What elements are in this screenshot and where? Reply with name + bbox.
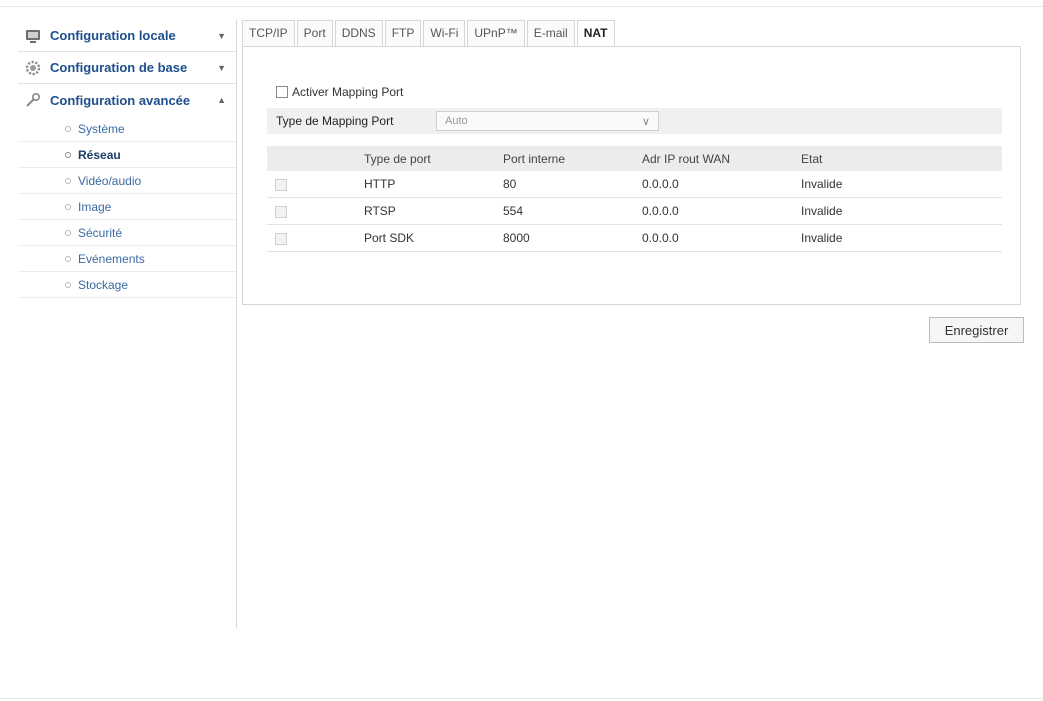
wrench-icon xyxy=(24,91,42,109)
tab-bar: TCP/IP Port DDNS FTP Wi-Fi UPnP™ E-mail … xyxy=(242,20,617,47)
bullet-icon xyxy=(65,281,71,288)
sidebar-item-securite[interactable]: Sécurité xyxy=(18,220,236,246)
bullet-icon xyxy=(65,255,71,262)
row-checkbox[interactable] xyxy=(275,232,287,245)
sidebar-item-reseau[interactable]: Réseau xyxy=(18,142,236,168)
chevron-down-icon[interactable]: ▼ xyxy=(217,31,226,41)
section-label: Configuration locale xyxy=(50,28,176,43)
save-button[interactable]: Enregistrer xyxy=(929,317,1024,343)
tab-ddns[interactable]: DDNS xyxy=(334,20,383,46)
chevron-up-icon[interactable]: ▲ xyxy=(217,95,226,105)
mapping-type-value: Auto xyxy=(445,115,468,127)
wan-ip-cell: 0.0.0.0 xyxy=(642,171,801,198)
sidebar-item-evenements[interactable]: Evénements xyxy=(18,246,236,272)
table-row: RTSP 554 0.0.0.0 Invalide xyxy=(267,197,1002,225)
gear-icon xyxy=(24,59,42,77)
sidebar-divider xyxy=(236,20,237,628)
sidebar-item-label: Evénements xyxy=(78,251,145,266)
table-header-select xyxy=(267,146,364,171)
internal-port-cell: 8000 xyxy=(503,224,642,252)
tab-email[interactable]: E-mail xyxy=(526,20,575,46)
table-header-port-type: Type de port xyxy=(364,146,503,171)
chevron-down-icon[interactable]: ▼ xyxy=(217,63,226,73)
tab-tcpip[interactable]: TCP/IP xyxy=(242,20,295,46)
bottom-divider xyxy=(0,698,1043,699)
sidebar-item-label: Image xyxy=(78,199,112,214)
sidebar-item-video-audio[interactable]: Vidéo/audio xyxy=(18,168,236,194)
mapping-type-row: Type de Mapping Port Auto ∨ xyxy=(267,108,1002,134)
state-cell: Invalide xyxy=(801,171,1002,198)
wan-ip-cell: 0.0.0.0 xyxy=(642,197,801,225)
row-select-cell xyxy=(267,197,364,225)
table-header-row: Type de port Port interne Adr IP rout WA… xyxy=(267,146,1002,171)
tab-ftp[interactable]: FTP xyxy=(384,20,422,46)
table-row: HTTP 80 0.0.0.0 Invalide xyxy=(267,171,1002,198)
tab-nat[interactable]: NAT xyxy=(576,20,615,47)
sidebar-item-label: Sécurité xyxy=(78,225,123,240)
table-header-wan-ip: Adr IP rout WAN xyxy=(642,146,801,171)
chevron-down-icon: ∨ xyxy=(641,115,650,128)
sidebar-item-systeme[interactable]: Système xyxy=(18,116,236,142)
sidebar-item-label: Vidéo/audio xyxy=(78,173,142,188)
internal-port-cell: 554 xyxy=(503,197,642,225)
enable-mapping-row: Activer Mapping Port xyxy=(276,85,403,99)
port-type-cell: Port SDK xyxy=(364,224,503,252)
section-basic-config[interactable]: Configuration de base ▼ xyxy=(18,52,236,84)
sidebar-item-label: Système xyxy=(78,121,125,136)
sidebar-item-label: Stockage xyxy=(78,277,129,292)
section-advanced-config[interactable]: Configuration avancée ▲ xyxy=(18,84,236,116)
tab-upnp[interactable]: UPnP™ xyxy=(467,20,525,46)
wan-ip-cell: 0.0.0.0 xyxy=(642,224,801,252)
local-config-icon xyxy=(24,27,42,45)
sidebar: Configuration locale ▼ Configuration de … xyxy=(18,20,236,298)
sidebar-item-image[interactable]: Image xyxy=(18,194,236,220)
internal-port-cell: 80 xyxy=(503,171,642,198)
state-cell: Invalide xyxy=(801,197,1002,225)
table-row: Port SDK 8000 0.0.0.0 Invalide xyxy=(267,224,1002,252)
nat-panel: Activer Mapping Port Type de Mapping Por… xyxy=(242,46,1021,305)
sidebar-item-stockage[interactable]: Stockage xyxy=(18,272,236,298)
port-type-cell: RTSP xyxy=(364,197,503,225)
row-checkbox[interactable] xyxy=(275,178,287,191)
row-checkbox[interactable] xyxy=(275,205,287,218)
tab-wifi[interactable]: Wi-Fi xyxy=(423,20,466,46)
section-label: Configuration de base xyxy=(50,60,188,75)
row-select-cell xyxy=(267,171,364,198)
bullet-icon xyxy=(65,177,71,184)
tab-port[interactable]: Port xyxy=(296,20,333,46)
mapping-type-label: Type de Mapping Port xyxy=(276,114,394,128)
bullet-icon xyxy=(65,151,71,158)
state-cell: Invalide xyxy=(801,224,1002,252)
mapping-type-select[interactable]: Auto ∨ xyxy=(436,111,659,131)
enable-mapping-checkbox[interactable] xyxy=(276,86,288,98)
section-label: Configuration avancée xyxy=(50,92,191,108)
table-header-internal-port: Port interne xyxy=(503,146,642,171)
table-header-state: Etat xyxy=(801,146,1002,171)
row-select-cell xyxy=(267,224,364,252)
sidebar-item-label: Réseau xyxy=(78,147,121,162)
bullet-icon xyxy=(65,203,71,210)
enable-mapping-label: Activer Mapping Port xyxy=(292,85,404,99)
bullet-icon xyxy=(65,125,71,132)
top-divider xyxy=(0,6,1043,7)
port-mapping-table: Type de port Port interne Adr IP rout WA… xyxy=(267,146,1002,252)
bullet-icon xyxy=(65,229,71,236)
section-local-config[interactable]: Configuration locale ▼ xyxy=(18,20,236,52)
port-type-cell: HTTP xyxy=(364,171,503,198)
